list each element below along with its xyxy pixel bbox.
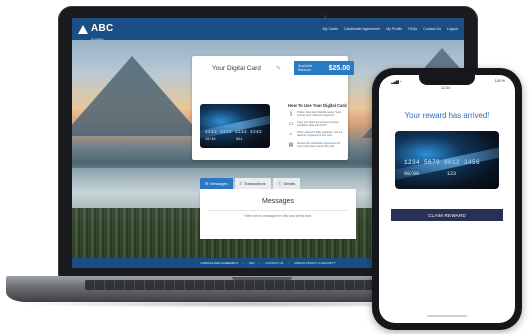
envelope-icon: ✉ [205, 181, 209, 186]
tab-label: Details [283, 181, 296, 186]
battery-indicator: 100 % [494, 79, 505, 83]
nav-link-my-cards[interactable]: My Cards [323, 27, 338, 31]
document-icon: ▤ [288, 142, 294, 148]
nav-link-faqs[interactable]: FAQs [408, 27, 417, 31]
balance-badge: Available Balance $25.00 [294, 61, 354, 75]
logo[interactable]: ABC Company [78, 18, 114, 41]
messages-panel: Messages There are no messages for this … [200, 189, 356, 239]
tab-label: Messages [210, 181, 228, 186]
logo-mountain-icon [78, 24, 88, 34]
logo-text: ABC [91, 22, 114, 34]
digital-card-image: 4242 4242 4242 4242 10/30 834 [200, 104, 270, 148]
digital-card-panel: Your Digital Card ✎ Available Balance $2… [192, 56, 354, 160]
laptop-hinge-notch [232, 277, 292, 280]
laptop-keyboard [85, 280, 415, 290]
howto-step-text: Review the Cardholder Agreement for more… [297, 142, 341, 149]
logo-subtext: Company [91, 36, 104, 41]
mountain-left [72, 56, 202, 136]
tab-messages[interactable]: ✉ Messages [200, 178, 233, 189]
footer-separator: | [288, 261, 290, 265]
howto-step-4: ▤ Review the Cardholder Agreement for mo… [288, 142, 344, 149]
card-number: 1234 5678 9012 3456 [404, 159, 481, 166]
messages-empty-text: There are no messages for this card at t… [243, 214, 313, 218]
phone-icon: ▯ [289, 111, 293, 117]
divider [208, 210, 348, 211]
home-icon: ⌂ [289, 131, 293, 137]
tab-transactions[interactable]: ≡ Transactions [234, 178, 271, 189]
footer-link-cardholder-agreement[interactable]: CARDHOLDER AGREEMENT [200, 261, 238, 265]
nav-link-my-profile[interactable]: My Profile [386, 27, 402, 31]
nav-links: My Cards Cardholder Agreement My Profile… [323, 27, 458, 31]
howto-step-text: When asked for billing address, use the … [297, 131, 343, 138]
card-number: 4242 4242 4242 4242 [205, 130, 263, 135]
nav-link-logout[interactable]: Logout [447, 27, 458, 31]
balance-label: Available Balance [298, 64, 313, 72]
phone-screen: ▂▄▆ ◔ 12:34 100 % Your reward has arrive… [379, 75, 515, 323]
balance-value: $25.00 [328, 64, 350, 72]
info-icon: ⓘ [277, 180, 282, 186]
reward-card-image: 1234 5678 9012 3456 00/00 123 [395, 131, 499, 189]
footer-separator: | [243, 261, 245, 265]
tab-details[interactable]: ⓘ Details [272, 178, 301, 189]
footer-link-contact-us[interactable]: CONTACT US [265, 261, 283, 265]
card-cvv: 834 [236, 138, 243, 142]
list-icon: ≡ [239, 181, 243, 186]
card-icon: ▭ [288, 121, 294, 127]
card-expiry: 10/30 [205, 138, 216, 142]
footer-link-faq[interactable]: FAQ [249, 261, 255, 265]
card-cvv: 123 [447, 171, 457, 177]
footer-separator: | [259, 261, 261, 265]
top-nav: ABC Company My Cards Cardholder Agreemen… [72, 18, 464, 41]
reward-title: Your reward has arrived! [404, 111, 490, 120]
messages-title: Messages [262, 198, 294, 205]
claim-reward-button[interactable]: CLAIM REWARD [391, 209, 503, 221]
howto-step-1: ▯ Online: Merchant Website select 'Visa'… [288, 111, 344, 118]
howto-title: How To Use Your Digital Card [288, 103, 347, 108]
home-indicator [427, 315, 467, 317]
howto-step-text: Copy and paste the account number, expir… [297, 121, 340, 128]
tab-label: Transactions [244, 181, 266, 186]
card-tabs: ✉ Messages ≡ Transactions ⓘ Details [200, 178, 301, 189]
panel-title: Your Digital Card [212, 65, 261, 72]
footer-link-privacy[interactable]: ANNUAL PRIVACY & SECURITY [294, 261, 336, 265]
nav-link-contact-us[interactable]: Contact Us [423, 27, 441, 31]
signal-icon: ▂▄▆ ◔ [391, 79, 402, 84]
pencil-icon[interactable]: ✎ [276, 65, 281, 72]
status-time: 12:34 [441, 86, 450, 90]
status-bar: ▂▄▆ ◔ 12:34 100 % [379, 76, 515, 90]
nav-link-cardholder-agreement[interactable]: Cardholder Agreement [344, 27, 380, 31]
howto-step-text: Online: Merchant Website select 'Visa' c… [297, 111, 341, 118]
howto-step-2: ▭ Copy and paste the account number, exp… [288, 121, 344, 128]
howto-step-3: ⌂ When asked for billing address, use th… [288, 131, 344, 138]
card-expiry: 00/00 [404, 171, 420, 177]
